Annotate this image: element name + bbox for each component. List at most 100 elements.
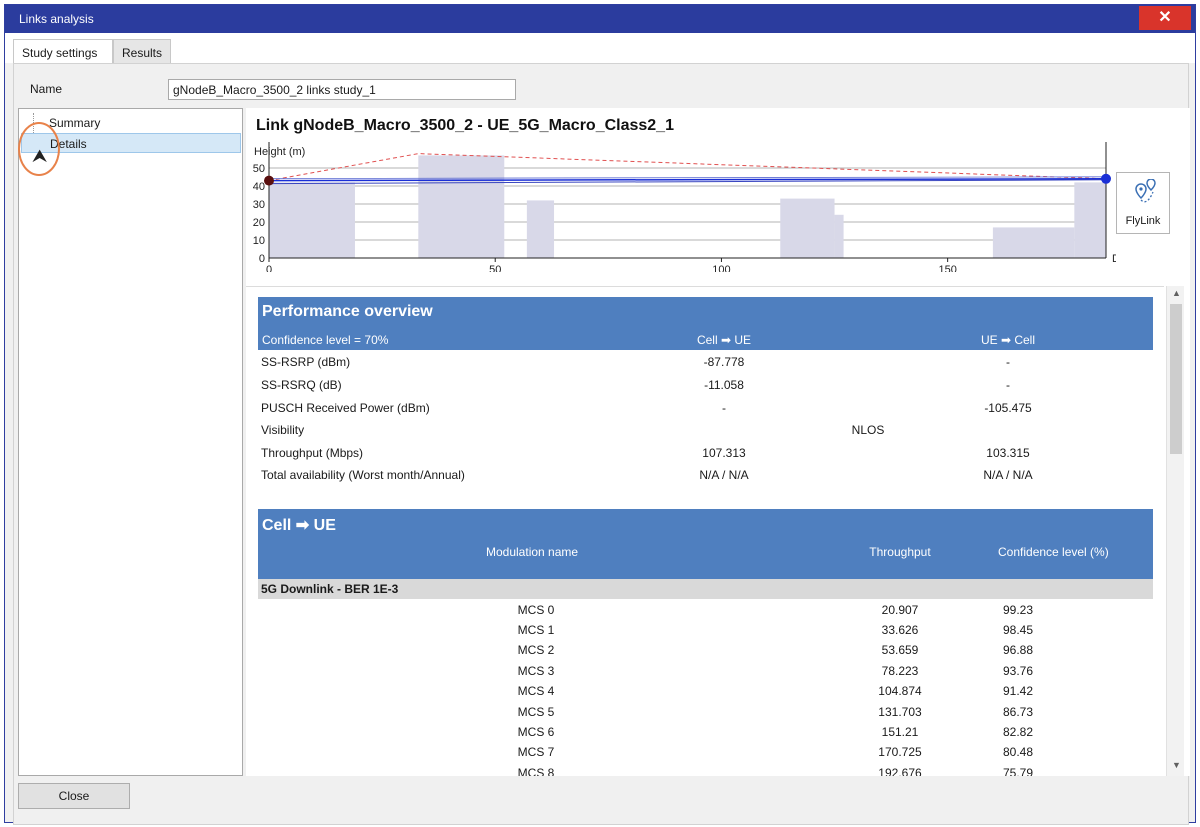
endpoint-marker — [1101, 173, 1111, 184]
name-label: Name — [30, 82, 63, 96]
tab-study-settings[interactable]: Study settings — [13, 39, 113, 64]
mcs-throughput: 78.223 — [881, 664, 919, 678]
perf-row-rsrp: SS-RSRP (dBm) -87.778 - — [258, 351, 1153, 373]
mcs-name: MCS 7 — [517, 745, 555, 759]
perf-value: -87.778 — [703, 355, 745, 369]
mcs-confidence: 96.88 — [1002, 643, 1034, 657]
mcs-confidence: 82.82 — [1002, 725, 1034, 739]
mcs-name: MCS 2 — [517, 643, 555, 657]
perf-row-availability: Total availability (Worst month/Annual) … — [258, 464, 1153, 486]
study-name-input[interactable] — [168, 79, 516, 100]
scroll-thumb[interactable] — [1170, 304, 1182, 454]
x-tick-label: 150 — [938, 264, 956, 272]
fresnel-line — [268, 153, 1107, 182]
x-tick-label: 100 — [712, 264, 730, 272]
perf-row-rsrq: SS-RSRQ (dB) -11.058 - — [258, 374, 1153, 396]
perf-label: PUSCH Received Power (dBm) — [261, 401, 430, 415]
table-row: MCS 3 78.223 93.76 — [258, 661, 1153, 681]
perf-value: -105.475 — [984, 401, 1032, 415]
performance-header: Performance overview Confidence level = … — [258, 297, 1153, 350]
window-close-icon[interactable]: ✕ — [1139, 6, 1191, 30]
link-title: Link gNodeB_Macro_3500_2 - UE_5G_Macro_C… — [256, 117, 674, 134]
mcs-confidence: 86.73 — [1002, 705, 1034, 719]
endpoint-marker — [264, 175, 274, 186]
col-modulation: Modulation name — [486, 545, 579, 559]
perf-row-pusch: PUSCH Received Power (dBm) - -105.475 — [258, 397, 1153, 419]
perf-value: - — [1006, 355, 1010, 369]
mcs-name: MCS 1 — [517, 623, 555, 637]
y-tick-label: 40 — [253, 181, 265, 193]
mcs-name: MCS 4 — [517, 684, 555, 698]
flylink-label: FlyLink — [1125, 215, 1161, 227]
table-row: MCS 0 20.907 99.23 — [258, 600, 1153, 620]
x-tick-label: 0 — [266, 264, 272, 272]
route-pin-icon — [1135, 179, 1156, 203]
mcs-name: MCS 5 — [517, 705, 555, 719]
table-row: MCS 8 192.676 75.79 — [258, 763, 1153, 776]
perf-value: -11.058 — [704, 378, 744, 392]
report-scrollbar[interactable]: ▲ ▼ — [1166, 286, 1184, 776]
perf-label: Total availability (Worst month/Annual) — [261, 468, 465, 482]
table-row: MCS 6 151.21 82.82 — [258, 722, 1153, 742]
mcs-throughput: 20.907 — [881, 603, 919, 617]
scroll-down-icon[interactable]: ▼ — [1172, 760, 1181, 770]
tab-strip: Study settings Results — [5, 33, 1195, 64]
table-row: MCS 1 33.626 98.45 — [258, 620, 1153, 640]
mcs-throughput: 131.703 — [878, 705, 922, 719]
col-throughput: Throughput — [869, 545, 931, 559]
report-panel: Performance overview Confidence level = … — [246, 286, 1164, 776]
group-row: 5G Downlink - BER 1E-3 — [258, 579, 1153, 599]
window-title: Links analysis — [19, 12, 94, 26]
y-tick-label: 10 — [253, 235, 265, 247]
table-row: MCS 2 53.659 96.88 — [258, 640, 1153, 660]
mcs-throughput: 104.874 — [878, 684, 922, 698]
perf-row-visibility: Visibility NLOS — [258, 419, 1153, 441]
perf-label: Throughput (Mbps) — [261, 446, 364, 460]
perf-value: N/A / N/A — [983, 468, 1033, 482]
mcs-name: MCS 6 — [517, 725, 555, 739]
perf-row-throughput: Throughput (Mbps) 107.313 103.315 — [258, 442, 1153, 464]
scroll-up-icon[interactable]: ▲ — [1172, 288, 1181, 298]
x-axis-label: Distance (m) — [1112, 253, 1116, 265]
mcs-name: MCS 0 — [517, 603, 555, 617]
mcs-throughput: 192.676 — [878, 766, 922, 776]
col-confidence: Confidence level (%) — [998, 545, 1109, 559]
table-row: MCS 5 131.703 86.73 — [258, 702, 1153, 722]
perf-value: N/A / N/A — [699, 468, 749, 482]
mcs-name: MCS 8 — [517, 766, 555, 776]
mcs-name: MCS 3 — [517, 664, 555, 678]
x-tick-label: 50 — [489, 264, 501, 272]
col-ue-cell: UE ➡ Cell — [980, 333, 1036, 347]
mcs-throughput: 170.725 — [878, 745, 922, 759]
obstacle-bar — [526, 200, 555, 258]
close-button[interactable]: Close — [18, 783, 130, 809]
col-cell-ue: Cell ➡ UE — [696, 333, 752, 347]
cell-ue-title: Cell ➡ UE — [262, 517, 336, 534]
mcs-confidence: 80.48 — [1002, 745, 1034, 759]
mcs-confidence: 75.79 — [1002, 766, 1034, 776]
confidence-label: Confidence level = 70% — [262, 333, 389, 347]
profile-chart: 0 10 20 30 40 50 0 50 100 150 Height (m) Distance (… — [253, 142, 1116, 272]
obstacle-bar — [780, 198, 835, 258]
mcs-confidence: 99.23 — [1002, 603, 1034, 617]
mcs-confidence: 93.76 — [1002, 664, 1034, 678]
obstacle-bar — [418, 155, 505, 258]
perf-value: - — [722, 401, 726, 415]
mcs-throughput: 151.21 — [881, 725, 919, 739]
perf-value: NLOS — [851, 423, 885, 437]
obstacle-bar — [834, 214, 844, 258]
performance-title: Performance overview — [262, 303, 433, 320]
obstacle-bar — [1074, 182, 1106, 258]
cell-ue-header: Cell ➡ UE Modulation name Throughput Con… — [258, 509, 1153, 579]
flylink-button[interactable]: FlyLink — [1116, 172, 1170, 234]
y-tick-label: 20 — [253, 217, 265, 229]
perf-label: SS-RSRP (dBm) — [261, 355, 351, 369]
tree-item-summary[interactable]: Summary — [47, 113, 237, 133]
table-row: MCS 4 104.874 91.42 — [258, 681, 1153, 701]
mcs-confidence: 91.42 — [1002, 684, 1034, 698]
mcs-throughput: 53.659 — [881, 643, 919, 657]
y-tick-label: 30 — [253, 199, 265, 211]
perf-value: 107.313 — [702, 446, 746, 460]
obstacle-bar — [992, 227, 1075, 258]
tab-results[interactable]: Results — [113, 39, 171, 64]
